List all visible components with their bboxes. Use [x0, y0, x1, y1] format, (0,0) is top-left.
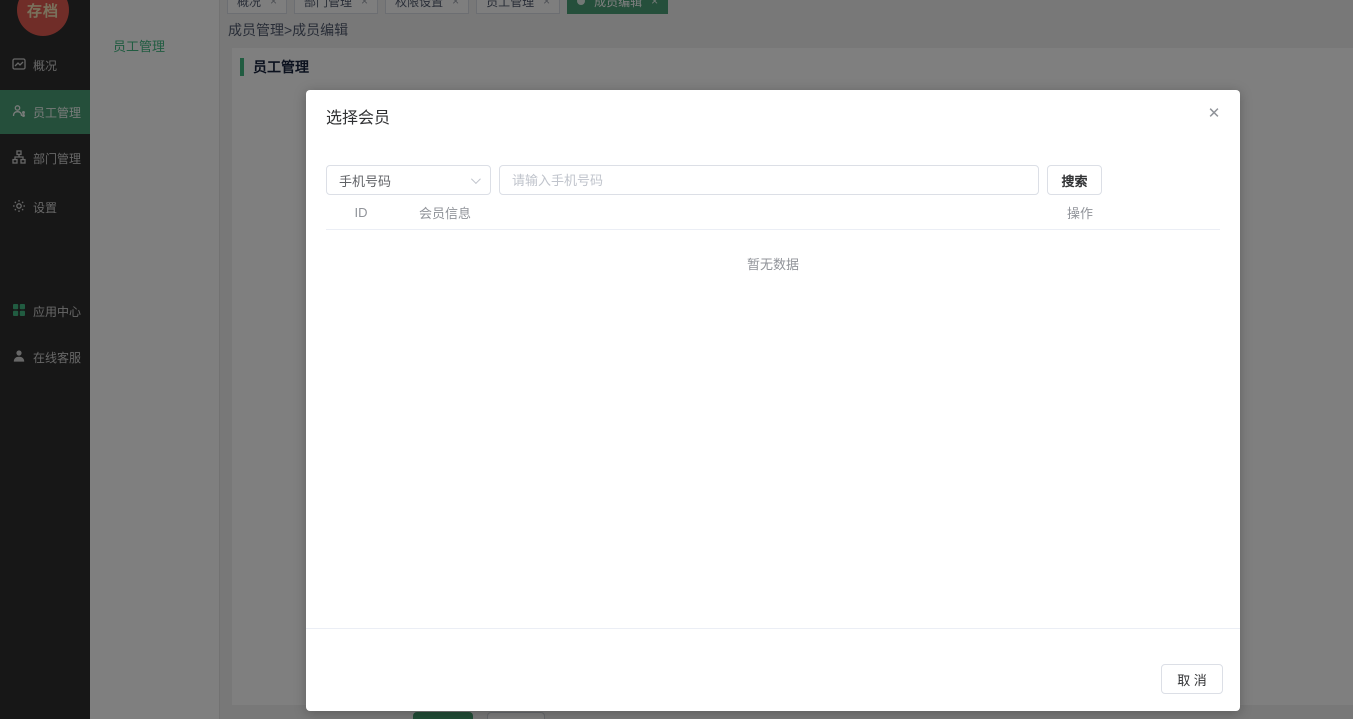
modal-footer: 取 消: [306, 628, 1240, 711]
modal-title: 选择会员: [326, 110, 391, 127]
column-header-id: ID: [354, 204, 368, 220]
member-table-header: ID 会员信息 操作: [326, 195, 1220, 230]
select-member-modal: 选择会员 ✕ 手机号码 搜索 ID 会员信息 操作 暂无数据 取 消: [306, 90, 1240, 711]
search-type-selected-value: 手机号码: [339, 173, 392, 189]
modal-body: 手机号码 搜索 ID 会员信息 操作 暂无数据: [306, 128, 1240, 628]
empty-table-area: [326, 273, 1220, 628]
close-icon[interactable]: ✕: [1204, 104, 1224, 124]
modal-header: 选择会员 ✕: [306, 90, 1240, 128]
search-type-select[interactable]: 手机号码: [326, 165, 491, 195]
column-header-member-info: 会员信息: [419, 205, 472, 221]
empty-state-text: 暂无数据: [746, 257, 799, 272]
app-root: 存档 概况 员工管理: [0, 0, 1353, 719]
column-header-action: 操作: [1066, 205, 1093, 221]
search-row: 手机号码 搜索: [326, 165, 1220, 195]
search-input[interactable]: [499, 165, 1039, 195]
search-button[interactable]: 搜索: [1047, 165, 1102, 195]
chevron-down-icon: [470, 173, 481, 184]
cancel-button[interactable]: 取 消: [1161, 664, 1223, 694]
